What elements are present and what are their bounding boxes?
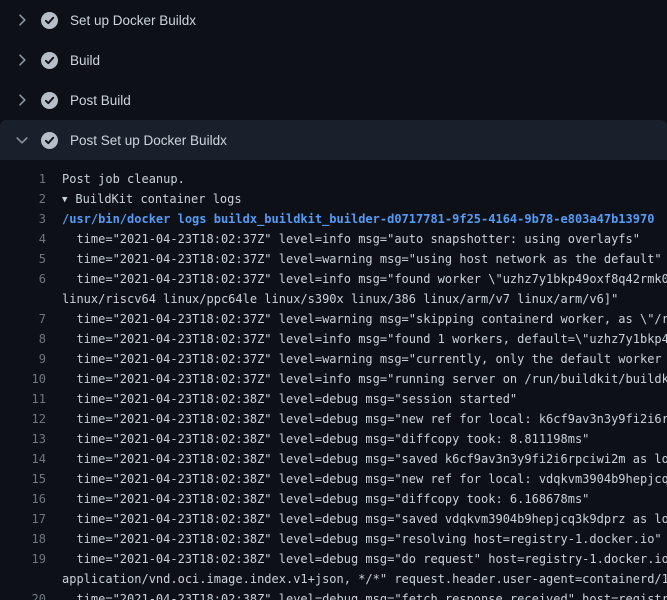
line-number[interactable]: 15 bbox=[0, 469, 46, 489]
line-number[interactable]: 16 bbox=[0, 489, 46, 509]
line-number[interactable]: 20 bbox=[0, 589, 46, 600]
line-number[interactable]: 19 bbox=[0, 549, 46, 569]
log-text: time="2021-04-23T18:02:37Z" level=info m… bbox=[46, 369, 667, 389]
log-line: 10 time="2021-04-23T18:02:37Z" level=inf… bbox=[0, 369, 667, 389]
line-number[interactable]: 13 bbox=[0, 429, 46, 449]
log-text: linux/riscv64 linux/ppc64le linux/s390x … bbox=[46, 289, 618, 309]
log-line: application/vnd.oci.image.index.v1+json,… bbox=[0, 569, 667, 589]
log-line: 19 time="2021-04-23T18:02:38Z" level=deb… bbox=[0, 549, 667, 569]
log-group-line[interactable]: 2 ▼ BuildKit container logs bbox=[0, 189, 667, 209]
line-number[interactable]: 1 bbox=[0, 169, 46, 189]
log-line: 6 time="2021-04-23T18:02:37Z" level=info… bbox=[0, 269, 667, 289]
line-number[interactable]: 4 bbox=[0, 229, 46, 249]
log-line: 8 time="2021-04-23T18:02:37Z" level=info… bbox=[0, 329, 667, 349]
log-line: 13 time="2021-04-23T18:02:38Z" level=deb… bbox=[0, 429, 667, 449]
log-text: time="2021-04-23T18:02:38Z" level=debug … bbox=[46, 549, 667, 569]
line-number[interactable]: 9 bbox=[0, 349, 46, 369]
log-line: 17 time="2021-04-23T18:02:38Z" level=deb… bbox=[0, 509, 667, 529]
check-circle-icon bbox=[41, 132, 58, 149]
step-label: Post Build bbox=[70, 93, 131, 108]
log-text: time="2021-04-23T18:02:37Z" level=warnin… bbox=[46, 249, 662, 269]
step-post-build[interactable]: Post Build bbox=[0, 80, 667, 120]
step-post-setup-docker-buildx[interactable]: Post Set up Docker Buildx bbox=[0, 120, 667, 160]
log-line: 7 time="2021-04-23T18:02:37Z" level=warn… bbox=[0, 309, 667, 329]
log-text: time="2021-04-23T18:02:37Z" level=info m… bbox=[46, 329, 667, 349]
log-line: 5 time="2021-04-23T18:02:37Z" level=warn… bbox=[0, 249, 667, 269]
line-number[interactable]: 5 bbox=[0, 249, 46, 269]
log-text: time="2021-04-23T18:02:38Z" level=debug … bbox=[46, 489, 589, 509]
line-number bbox=[0, 569, 46, 589]
step-build[interactable]: Build bbox=[0, 40, 667, 80]
log-line: 11 time="2021-04-23T18:02:38Z" level=deb… bbox=[0, 389, 667, 409]
chevron-right-icon bbox=[14, 52, 30, 68]
log-text: time="2021-04-23T18:02:38Z" level=debug … bbox=[46, 589, 667, 600]
log-line: 15 time="2021-04-23T18:02:38Z" level=deb… bbox=[0, 469, 667, 489]
line-number[interactable]: 8 bbox=[0, 329, 46, 349]
line-number[interactable]: 14 bbox=[0, 449, 46, 469]
log-text: time="2021-04-23T18:02:38Z" level=debug … bbox=[46, 409, 667, 429]
log-text: time="2021-04-23T18:02:38Z" level=debug … bbox=[46, 469, 667, 489]
line-number[interactable]: 10 bbox=[0, 369, 46, 389]
log-text: time="2021-04-23T18:02:37Z" level=warnin… bbox=[46, 349, 667, 369]
log-line: 20 time="2021-04-23T18:02:38Z" level=deb… bbox=[0, 589, 667, 600]
check-circle-icon bbox=[41, 52, 58, 69]
log-text: time="2021-04-23T18:02:38Z" level=debug … bbox=[46, 449, 667, 469]
log-text: ▼ BuildKit container logs bbox=[46, 189, 242, 209]
actions-log-viewer: Set up Docker Buildx Build Post Build bbox=[0, 0, 667, 600]
line-number[interactable]: 6 bbox=[0, 269, 46, 289]
chevron-down-icon bbox=[14, 132, 30, 148]
step-label: Set up Docker Buildx bbox=[70, 13, 196, 28]
check-circle-icon bbox=[41, 92, 58, 109]
log-text: time="2021-04-23T18:02:38Z" level=debug … bbox=[46, 429, 589, 449]
step-setup-docker-buildx[interactable]: Set up Docker Buildx bbox=[0, 0, 667, 40]
log-output: 1Post job cleanup.2 ▼ BuildKit container l… bbox=[0, 160, 667, 600]
log-line: linux/riscv64 linux/ppc64le linux/s390x … bbox=[0, 289, 667, 309]
step-label: Post Set up Docker Buildx bbox=[70, 133, 227, 148]
line-number[interactable]: 11 bbox=[0, 389, 46, 409]
line-number[interactable]: 12 bbox=[0, 409, 46, 429]
log-line: 16 time="2021-04-23T18:02:38Z" level=deb… bbox=[0, 489, 667, 509]
log-text: time="2021-04-23T18:02:38Z" level=debug … bbox=[46, 509, 667, 529]
line-number[interactable]: 7 bbox=[0, 309, 46, 329]
line-number bbox=[0, 289, 46, 309]
log-line: 4 time="2021-04-23T18:02:37Z" level=info… bbox=[0, 229, 667, 249]
log-text: time="2021-04-23T18:02:38Z" level=debug … bbox=[46, 389, 517, 409]
check-circle-icon bbox=[41, 12, 58, 29]
log-line: 1Post job cleanup. bbox=[0, 169, 667, 189]
chevron-right-icon bbox=[14, 12, 30, 28]
line-number[interactable]: 18 bbox=[0, 529, 46, 549]
log-text: application/vnd.oci.image.index.v1+json,… bbox=[46, 569, 667, 589]
command-text: /usr/bin/docker logs buildx_buildkit_bui… bbox=[46, 209, 654, 229]
group-title: BuildKit container logs bbox=[75, 192, 241, 206]
log-text: time="2021-04-23T18:02:37Z" level=warnin… bbox=[46, 309, 667, 329]
log-line: 14 time="2021-04-23T18:02:38Z" level=deb… bbox=[0, 449, 667, 469]
log-line: 12 time="2021-04-23T18:02:38Z" level=deb… bbox=[0, 409, 667, 429]
log-text: time="2021-04-23T18:02:37Z" level=info m… bbox=[46, 269, 667, 289]
log-line: 3/usr/bin/docker logs buildx_buildkit_bu… bbox=[0, 209, 667, 229]
log-text: time="2021-04-23T18:02:37Z" level=info m… bbox=[46, 229, 640, 249]
step-list: Set up Docker Buildx Build Post Build bbox=[0, 0, 667, 160]
log-line: 9 time="2021-04-23T18:02:37Z" level=warn… bbox=[0, 349, 667, 369]
log-line: 18 time="2021-04-23T18:02:38Z" level=deb… bbox=[0, 529, 667, 549]
log-text: Post job cleanup. bbox=[46, 169, 185, 189]
line-number[interactable]: 3 bbox=[0, 209, 46, 229]
line-number[interactable]: 2 bbox=[0, 189, 46, 209]
chevron-right-icon bbox=[14, 92, 30, 108]
group-expand-icon[interactable]: ▼ bbox=[62, 190, 67, 210]
step-label: Build bbox=[70, 53, 100, 68]
line-number[interactable]: 17 bbox=[0, 509, 46, 529]
log-text: time="2021-04-23T18:02:38Z" level=debug … bbox=[46, 529, 662, 549]
